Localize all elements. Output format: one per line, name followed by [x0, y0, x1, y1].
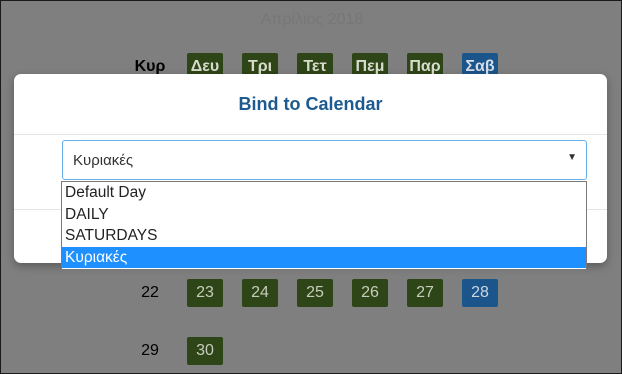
calendar-day[interactable]: 25 — [297, 279, 333, 307]
select-option[interactable]: DAILY — [62, 204, 586, 226]
calendar-select-dropdown: Default Day DAILY SATURDAYS Κυριακές — [61, 181, 587, 270]
select-option[interactable]: SATURDAYS — [62, 225, 586, 247]
calendar-select-value: Κυριακές — [73, 152, 134, 169]
dialog-header: Bind to Calendar — [14, 74, 607, 135]
select-option[interactable]: Κυριακές — [62, 246, 586, 268]
calendar-select[interactable]: Κυριακές ▼ — [62, 140, 587, 180]
select-option[interactable]: Default Day — [62, 182, 586, 204]
calendar-day[interactable]: 27 — [407, 279, 443, 307]
calendar-day[interactable]: 30 — [187, 337, 223, 365]
calendar-day[interactable]: 26 — [352, 279, 388, 307]
app-frame: Απρίλιος 2018 Κυρ Δευ Τρι Τετ Πεμ Παρ Σαβ 22 23 2… — [0, 0, 622, 374]
calendar-day: 22 — [141, 284, 159, 301]
calendar-day[interactable]: 24 — [242, 279, 278, 307]
chevron-down-icon[interactable]: ▼ — [567, 152, 577, 163]
calendar-day[interactable]: 23 — [187, 279, 223, 307]
calendar-day: 29 — [141, 342, 159, 359]
dialog-title: Bind to Calendar — [238, 94, 383, 114]
calendar-month-title: Απρίλιος 2018 — [260, 11, 364, 28]
calendar-day[interactable]: 28 — [462, 279, 498, 307]
